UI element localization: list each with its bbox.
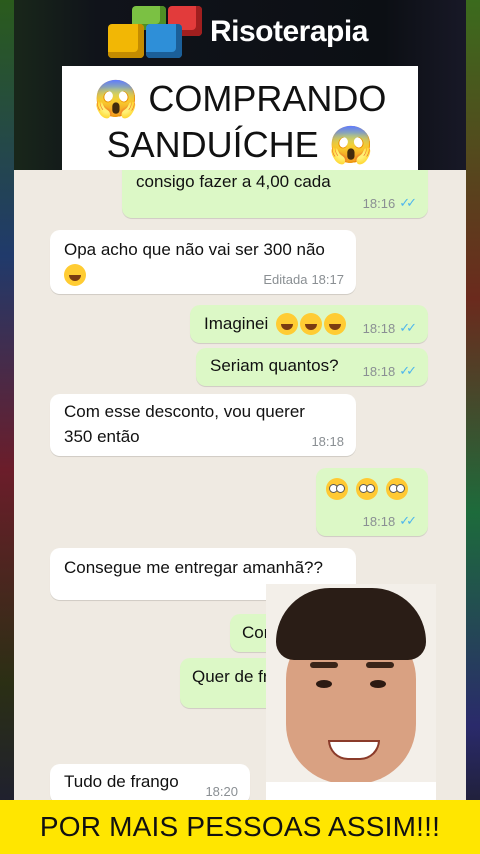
edited-label: Editada (263, 272, 308, 287)
read-ticks-icon: ✓✓ (399, 195, 417, 210)
message-text: Seriam quantos? (210, 356, 339, 375)
chat-message-in[interactable]: Tudo de frango 18:20 (50, 764, 250, 800)
brand-name: Risoterapia (210, 15, 368, 48)
laughing-face-icon (324, 313, 346, 335)
cubes-logo-icon (106, 4, 210, 60)
laughing-face-icon (300, 313, 322, 335)
message-meta: 18:18 ✓✓ (362, 513, 417, 529)
bottom-caption-banner: POR MAIS PESSOAS ASSIM!!! (0, 800, 480, 854)
message-time: 18:17 (311, 272, 344, 287)
caption-text: POR MAIS PESSOAS ASSIM!!! (39, 811, 441, 842)
read-ticks-icon: ✓✓ (399, 363, 417, 378)
flushed-face-icon (356, 478, 378, 500)
yellow-cube-icon (108, 24, 144, 58)
message-time: 18:18 (311, 434, 344, 449)
title-line-1: 😱 COMPRANDO (93, 78, 387, 119)
message-text: consigo fazer a 4,00 cada (136, 172, 331, 191)
blue-cube-icon (146, 24, 182, 58)
left-color-stripe (0, 0, 14, 854)
message-meta: 18:20 (205, 784, 238, 799)
message-text-line-2: 350 então (64, 427, 140, 446)
message-meta: 18:18 ✓✓ (362, 363, 417, 379)
read-ticks-icon: ✓✓ (399, 513, 417, 528)
message-time: 18:18 (362, 320, 396, 336)
right-eyebrow (366, 662, 394, 668)
chat-message-in[interactable]: Com esse desconto, vou querer 350 então … (50, 394, 356, 456)
message-text: Com esse desconto, vou querer (64, 402, 305, 421)
left-eye (316, 680, 332, 688)
message-time: 18:18 (362, 513, 396, 529)
laughing-face-icon (64, 264, 86, 286)
laughing-face-icon (276, 313, 298, 335)
flushed-face-icon (386, 478, 408, 500)
message-text: Imaginei (204, 314, 269, 333)
message-time: 18:20 (205, 784, 238, 799)
message-time: 18:16 (362, 195, 396, 211)
chat-message-in[interactable]: Opa acho que não vai ser 300 não Editada… (50, 230, 356, 294)
message-text: Quer de fr (192, 667, 269, 686)
message-meta: 18:18 ✓✓ (362, 320, 417, 336)
chat-message-out[interactable]: 18:18 ✓✓ (316, 468, 428, 536)
message-meta: Editada 18:17 (263, 272, 344, 287)
right-color-stripe (466, 0, 480, 854)
right-eye (370, 680, 386, 688)
title-line-2: SANDUÍCHE 😱 (106, 124, 374, 165)
message-text: Consegue me entregar amanhã?? (64, 558, 323, 577)
message-text: Tudo de frango (64, 772, 179, 791)
chat-message-out[interactable]: Seriam quantos? 18:18 ✓✓ (196, 348, 428, 386)
presenter-hair (276, 588, 426, 660)
flushed-face-icon (326, 478, 348, 500)
message-meta: 18:18 (311, 434, 344, 449)
message-meta: 18:16 ✓✓ (362, 195, 417, 211)
presenter-webcam (266, 584, 436, 800)
video-title-card: 😱 COMPRANDO SANDUÍCHE 😱 (62, 66, 418, 182)
message-time: 18:18 (362, 363, 396, 379)
read-ticks-icon: ✓✓ (399, 320, 417, 335)
presenter-shirt (266, 782, 436, 800)
flushed-faces-group (326, 478, 408, 500)
message-text: Opa acho que não vai ser 300 não (64, 240, 325, 259)
left-eyebrow (310, 662, 338, 668)
laughing-faces-group (276, 313, 346, 335)
chat-message-out[interactable]: Imaginei 18:18 ✓✓ (190, 305, 428, 343)
chat-message-out[interactable]: consigo fazer a 4,00 cada 18:16 ✓✓ (122, 170, 428, 218)
brand-logo: Risoterapia (106, 4, 376, 60)
